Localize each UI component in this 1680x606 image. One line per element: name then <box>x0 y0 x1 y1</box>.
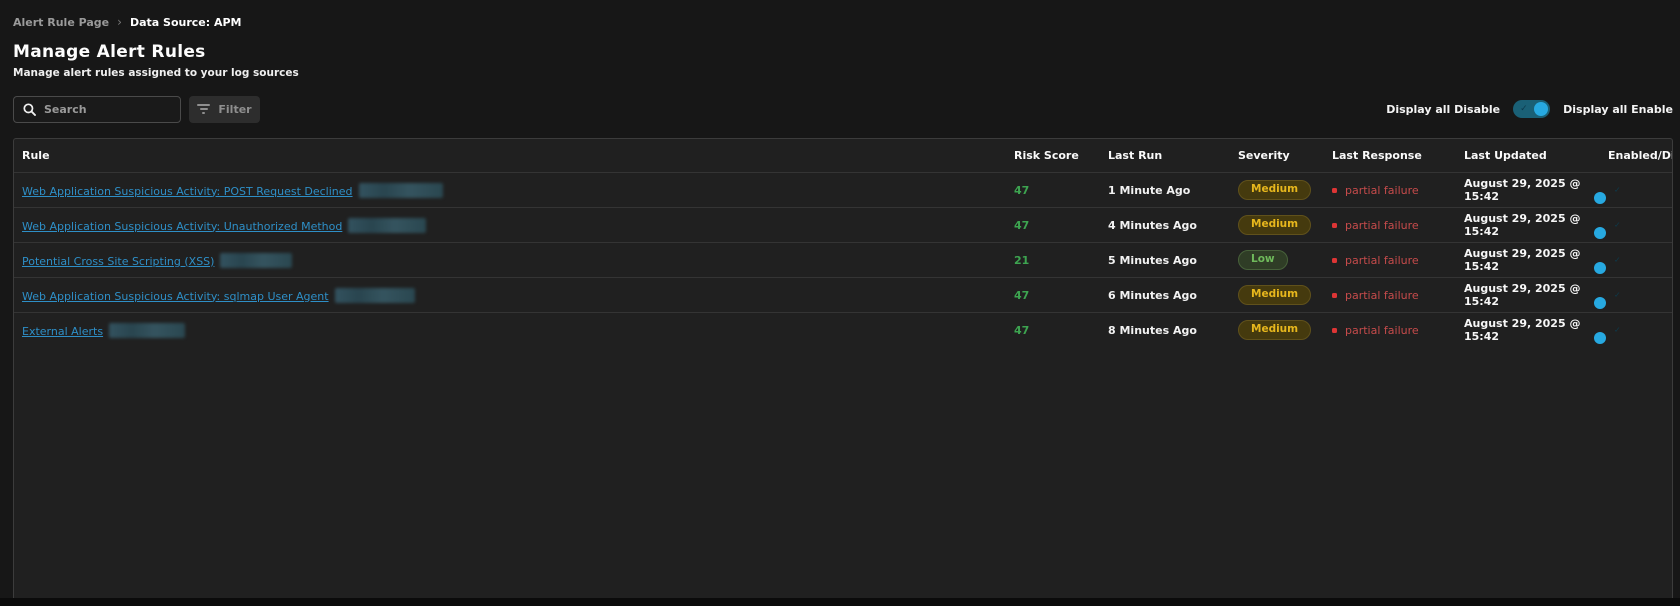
search-box[interactable] <box>13 96 181 123</box>
toggle-knob <box>1594 297 1606 309</box>
last-updated-value: August 29, 2025 @ 15:42 <box>1464 177 1608 203</box>
last-response-value: partial failure <box>1332 219 1464 232</box>
last-response-value: partial failure <box>1332 254 1464 267</box>
chevron-right-icon: › <box>117 15 122 29</box>
search-input[interactable] <box>44 103 171 116</box>
last-response-value: partial failure <box>1332 289 1464 302</box>
table-row: Potential Cross Site Scripting (XSS) 21 … <box>14 242 1672 277</box>
filter-icon <box>197 104 210 114</box>
failure-dot-icon <box>1332 188 1337 193</box>
column-header-rule: Rule <box>22 149 1014 162</box>
risk-score-value: 47 <box>1014 324 1108 337</box>
last-updated-value: August 29, 2025 @ 15:42 <box>1464 212 1608 238</box>
table-row: Web Application Suspicious Activity: Una… <box>14 207 1672 242</box>
toggle-knob <box>1594 332 1606 344</box>
check-icon: ✓ <box>1614 185 1621 194</box>
table-row: External Alerts 47 8 Minutes Ago Medium … <box>14 312 1672 347</box>
rule-link[interactable]: External Alerts <box>22 325 103 338</box>
breadcrumb-current: Data Source: APM <box>130 16 242 29</box>
check-icon: ✓ <box>1520 104 1528 114</box>
risk-score-value: 21 <box>1014 254 1108 267</box>
toggle-knob <box>1594 227 1606 239</box>
last-run-value: 8 Minutes Ago <box>1108 324 1238 337</box>
redacted-text <box>109 323 185 338</box>
redacted-text <box>359 183 443 198</box>
check-icon: ✓ <box>1614 255 1621 264</box>
column-header-enabled: Enabled/Di... <box>1608 149 1672 162</box>
check-icon: ✓ <box>1614 290 1621 299</box>
rule-link[interactable]: Web Application Suspicious Activity: sql… <box>22 290 329 303</box>
last-response-value: partial failure <box>1332 184 1464 197</box>
failure-dot-icon <box>1332 293 1337 298</box>
alert-rules-table: Rule Risk Score Last Run Severity Last R… <box>13 138 1673 604</box>
breadcrumb-parent[interactable]: Alert Rule Page <box>13 16 109 29</box>
rule-link[interactable]: Web Application Suspicious Activity: Una… <box>22 220 342 233</box>
last-run-value: 1 Minute Ago <box>1108 184 1238 197</box>
redacted-text <box>348 218 426 233</box>
last-response-value: partial failure <box>1332 324 1464 337</box>
display-all-toggle[interactable]: ✓ <box>1513 100 1550 118</box>
filter-button-label: Filter <box>218 103 251 116</box>
controls-row: Filter Display all Disable ✓ Display all… <box>13 95 1673 123</box>
failure-dot-icon <box>1332 328 1337 333</box>
failure-dot-icon <box>1332 223 1337 228</box>
last-run-value: 4 Minutes Ago <box>1108 219 1238 232</box>
rule-link[interactable]: Potential Cross Site Scripting (XSS) <box>22 255 214 268</box>
severity-badge: Medium <box>1238 285 1311 305</box>
redacted-text <box>335 288 415 303</box>
column-header-last-run: Last Run <box>1108 149 1238 162</box>
rule-link[interactable]: Web Application Suspicious Activity: POS… <box>22 185 353 198</box>
severity-badge: Medium <box>1238 320 1311 340</box>
search-icon <box>23 103 36 116</box>
table-row: Web Application Suspicious Activity: POS… <box>14 172 1672 207</box>
last-updated-value: August 29, 2025 @ 15:42 <box>1464 317 1608 343</box>
severity-badge: Medium <box>1238 180 1311 200</box>
table-row: Web Application Suspicious Activity: sql… <box>14 277 1672 312</box>
severity-badge: Medium <box>1238 215 1311 235</box>
risk-score-value: 47 <box>1014 184 1108 197</box>
risk-score-value: 47 <box>1014 219 1108 232</box>
page-subtitle: Manage alert rules assigned to your log … <box>13 67 1673 79</box>
page-content: Alert Rule Page › Data Source: APM Manag… <box>13 0 1673 604</box>
risk-score-value: 47 <box>1014 289 1108 302</box>
column-header-severity: Severity <box>1238 149 1332 162</box>
display-all-disable-label: Display all Disable <box>1386 103 1500 116</box>
toggle-knob <box>1594 192 1606 204</box>
page-title: Manage Alert Rules <box>13 42 1673 62</box>
display-all-enable-label: Display all Enable <box>1563 103 1673 116</box>
table-header-row: Rule Risk Score Last Run Severity Last R… <box>14 139 1672 172</box>
column-header-risk-score: Risk Score <box>1014 149 1108 162</box>
toggle-knob <box>1594 262 1606 274</box>
redacted-text <box>220 253 292 268</box>
check-icon: ✓ <box>1614 325 1621 334</box>
filter-button[interactable]: Filter <box>189 96 260 123</box>
last-run-value: 6 Minutes Ago <box>1108 289 1238 302</box>
severity-badge: Low <box>1238 250 1288 270</box>
toggle-knob <box>1534 102 1548 116</box>
last-run-value: 5 Minutes Ago <box>1108 254 1238 267</box>
column-header-last-updated: Last Updated <box>1464 149 1608 162</box>
bottom-edge-bar <box>0 598 1680 606</box>
last-updated-value: August 29, 2025 @ 15:42 <box>1464 282 1608 308</box>
check-icon: ✓ <box>1614 220 1621 229</box>
last-updated-value: August 29, 2025 @ 15:42 <box>1464 247 1608 273</box>
breadcrumb: Alert Rule Page › Data Source: APM <box>13 0 1673 29</box>
column-header-last-response: Last Response <box>1332 149 1464 162</box>
failure-dot-icon <box>1332 258 1337 263</box>
display-toggle-group: Display all Disable ✓ Display all Enable <box>1386 95 1673 123</box>
